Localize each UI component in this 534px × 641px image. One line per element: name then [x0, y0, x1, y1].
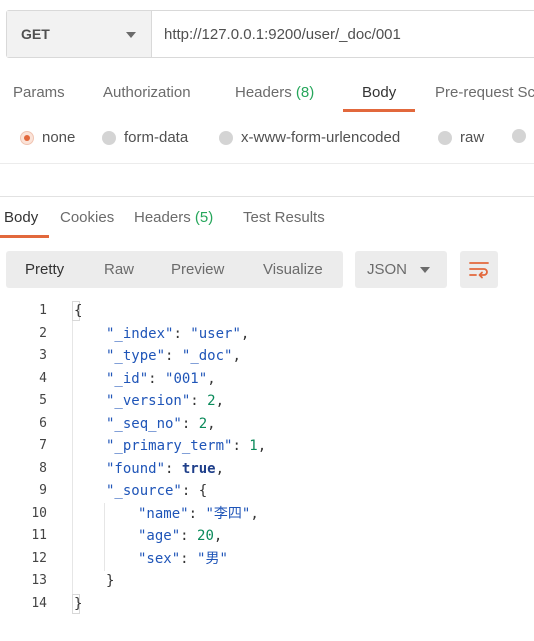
view-visualize-button[interactable]: Visualize [263, 261, 323, 278]
radio-label: form-data [124, 129, 189, 146]
view-raw-button[interactable]: Raw [104, 261, 134, 278]
line-number: 2 [39, 325, 47, 341]
radio-label: x-www-form-urlencoded [241, 129, 401, 146]
tab-headers[interactable]: Headers (8) [235, 84, 314, 101]
radio-x-www-form-urlencoded[interactable]: x-www-form-urlencoded [219, 129, 400, 146]
wrap-lines-button[interactable] [460, 251, 498, 288]
json-line: "sex": "男" [138, 550, 228, 567]
body-type-options: none form-data x-www-form-urlencoded raw [0, 124, 534, 154]
wrap-lines-icon [469, 262, 489, 279]
headers-count: (8) [295, 84, 315, 101]
json-line: } [106, 573, 115, 589]
headers-count: (5) [194, 209, 214, 226]
tab-label: Test Results [243, 209, 325, 226]
response-body-viewer[interactable]: 1 2 3 4 5 6 7 8 9 10 11 12 13 14 { "_ind… [0, 300, 534, 635]
tab-label: Params [13, 84, 65, 101]
line-number: 10 [31, 505, 47, 521]
view-mode-group: Pretty Raw Preview Visualize [6, 251, 343, 288]
tab-body[interactable]: Body [362, 84, 396, 101]
json-line: "_type": "_doc", [106, 348, 241, 364]
radio-unchecked-icon [102, 130, 116, 145]
request-bar: GET http://127.0.0.1:9200/user/_doc/001 [6, 10, 534, 58]
line-number: 7 [39, 438, 47, 453]
tab-label: Body [362, 84, 397, 101]
radio-unchecked-icon [512, 129, 526, 143]
url-input[interactable]: http://127.0.0.1:9200/user/_doc/001 [152, 11, 534, 57]
json-line: "_id": "001", [106, 370, 216, 387]
line-number: 13 [31, 573, 47, 588]
format-label: JSON [367, 261, 408, 278]
tab-label: Authorization [103, 84, 191, 101]
active-tab-indicator [343, 109, 415, 112]
line-number: 3 [39, 348, 47, 363]
line-number: 14 [31, 595, 47, 611]
method-select[interactable]: GET [7, 11, 152, 57]
json-line: "found": true, [106, 460, 225, 477]
response-tab-body[interactable]: Body [4, 209, 38, 226]
response-tabs: Body Cookies Headers (5) Test Results [0, 204, 534, 238]
json-open-brace: { [74, 303, 83, 319]
radio-raw[interactable]: raw [438, 129, 484, 146]
radio-label: raw [460, 129, 485, 146]
json-line: "_version": 2, [106, 393, 225, 409]
radio-unchecked-icon [438, 130, 452, 145]
format-select[interactable]: JSON [355, 251, 447, 288]
active-tab-indicator [0, 235, 49, 238]
indent-guide [72, 302, 73, 610]
indent-guide [104, 503, 105, 571]
view-preview-button[interactable]: Preview [171, 261, 224, 278]
line-number: 4 [39, 370, 47, 386]
json-line: "_seq_no": 2, [106, 415, 216, 432]
radio-label: none [42, 129, 76, 146]
radio-none[interactable]: none [20, 129, 75, 146]
view-pretty-button[interactable]: Pretty [25, 261, 64, 278]
line-number: 6 [39, 415, 47, 431]
json-line: "name": "李四", [138, 505, 259, 522]
json-line: "_primary_term": 1, [106, 438, 267, 454]
json-line: "age": 20, [138, 528, 223, 544]
tab-label: Body [4, 209, 39, 226]
line-number: 12 [31, 550, 47, 566]
radio-unchecked-icon [219, 130, 233, 145]
line-number: 5 [39, 393, 47, 408]
tab-authorization[interactable]: Authorization [103, 84, 191, 101]
response-tab-test-results[interactable]: Test Results [243, 209, 325, 226]
method-label: GET [21, 26, 50, 42]
divider [0, 196, 534, 197]
response-tab-cookies[interactable]: Cookies [60, 209, 114, 226]
tab-params[interactable]: Params [13, 84, 65, 101]
json-line: "_source": { [106, 483, 208, 499]
line-number: 9 [39, 483, 47, 498]
tab-pre-request-script[interactable]: Pre-request Sc [435, 84, 534, 101]
radio-binary[interactable] [512, 129, 534, 143]
tab-label: Cookies [60, 209, 115, 226]
response-tab-headers[interactable]: Headers (5) [134, 209, 213, 226]
divider [0, 163, 534, 164]
tab-label: Headers [235, 84, 292, 101]
chevron-down-icon [126, 32, 136, 38]
line-number: 1 [39, 303, 47, 318]
json-line: "_index": "user", [106, 325, 250, 342]
tab-label: Pre-request Sc [435, 84, 534, 101]
radio-checked-icon [20, 130, 34, 145]
chevron-down-icon [420, 267, 430, 273]
line-number: 11 [31, 528, 47, 543]
radio-form-data[interactable]: form-data [102, 129, 188, 146]
request-tabs: Params Authorization Headers (8) Body Pr… [0, 76, 534, 114]
tab-label: Headers [134, 209, 191, 226]
line-number: 8 [39, 460, 47, 476]
json-close-brace: } [74, 595, 83, 612]
